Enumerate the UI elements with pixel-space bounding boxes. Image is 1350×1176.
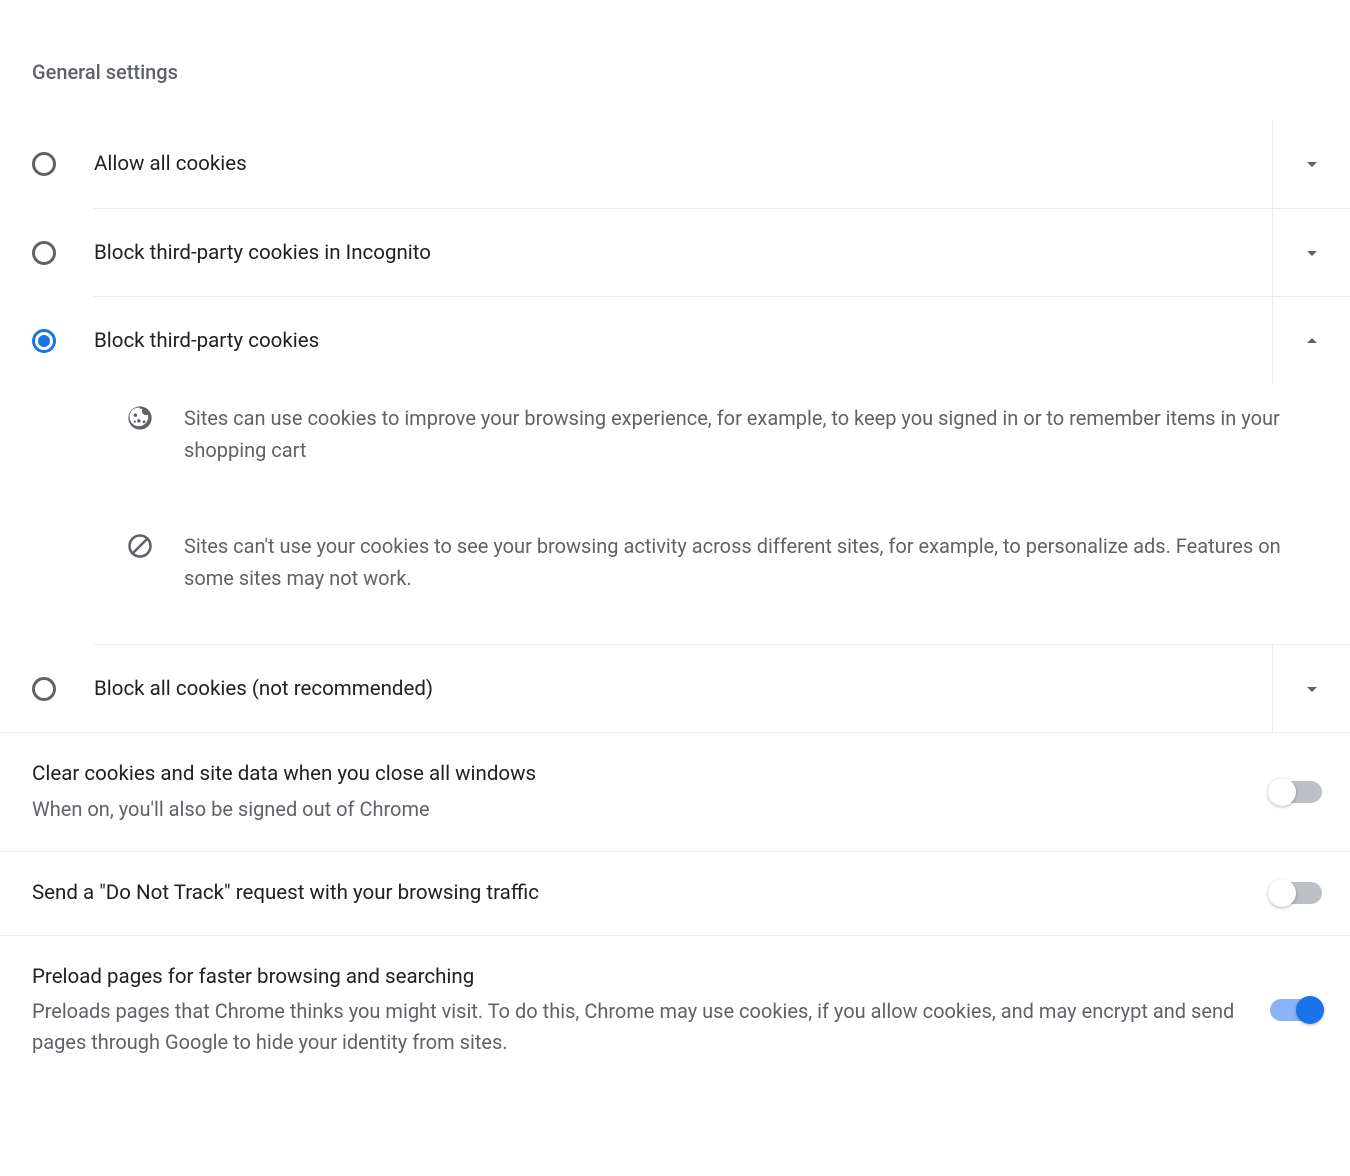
- cookie-icon: [126, 404, 154, 432]
- option-block-third-party[interactable]: Block third-party cookies: [94, 296, 1350, 384]
- radio-icon: [32, 677, 56, 701]
- option-label: Block third-party cookies: [94, 329, 319, 353]
- option-label: Allow all cookies: [94, 152, 247, 176]
- chevron-down-icon: [1300, 241, 1324, 265]
- setting-do-not-track[interactable]: Send a "Do Not Track" request with your …: [0, 851, 1350, 935]
- cookie-options-group: Allow all cookies Block third-party cook…: [0, 120, 1350, 732]
- expand-button[interactable]: [1272, 645, 1350, 732]
- radio-icon: [32, 152, 56, 176]
- setting-title: Clear cookies and site data when you clo…: [32, 759, 1250, 790]
- detail-text: Sites can use cookies to improve your br…: [184, 402, 1310, 466]
- toggle-switch[interactable]: [1270, 882, 1322, 904]
- setting-subtitle: When on, you'll also be signed out of Ch…: [32, 794, 1250, 825]
- detail-item: Sites can't use your cookies to see your…: [126, 486, 1310, 614]
- setting-title: Preload pages for faster browsing and se…: [32, 962, 1250, 993]
- expand-button[interactable]: [1272, 209, 1350, 296]
- option-block-all-cookies[interactable]: Block all cookies (not recommended): [94, 644, 1350, 732]
- chevron-down-icon: [1300, 677, 1324, 701]
- toggle-switch[interactable]: [1270, 999, 1322, 1021]
- option-allow-all-cookies[interactable]: Allow all cookies: [32, 120, 1350, 208]
- setting-preload-pages[interactable]: Preload pages for faster browsing and se…: [0, 935, 1350, 1085]
- option-label: Block third-party cookies in Incognito: [94, 241, 431, 265]
- option-label: Block all cookies (not recommended): [94, 677, 433, 701]
- setting-subtitle: Preloads pages that Chrome thinks you mi…: [32, 996, 1250, 1058]
- detail-text: Sites can't use your cookies to see your…: [184, 530, 1310, 594]
- expand-button[interactable]: [1272, 120, 1350, 208]
- option-block-third-party-incognito[interactable]: Block third-party cookies in Incognito: [94, 208, 1350, 296]
- chevron-up-icon: [1300, 329, 1324, 353]
- setting-clear-on-exit[interactable]: Clear cookies and site data when you clo…: [0, 732, 1350, 851]
- collapse-button[interactable]: [1272, 297, 1350, 384]
- detail-item: Sites can use cookies to improve your br…: [126, 384, 1310, 486]
- toggle-switch[interactable]: [1270, 781, 1322, 803]
- option-detail-panel: Sites can use cookies to improve your br…: [126, 384, 1350, 644]
- radio-icon: [32, 241, 56, 265]
- block-icon: [126, 532, 154, 560]
- radio-icon: [32, 329, 56, 353]
- setting-title: Send a "Do Not Track" request with your …: [32, 878, 1250, 909]
- chevron-down-icon: [1300, 152, 1324, 176]
- section-title: General settings: [0, 60, 1350, 120]
